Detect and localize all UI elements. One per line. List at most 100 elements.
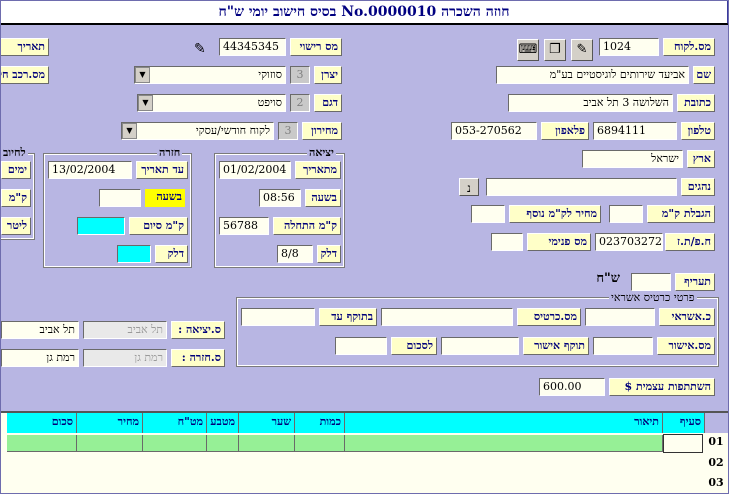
- departure-fuel-label: דלק: [317, 245, 341, 263]
- license-label: מס רישוי: [290, 38, 342, 56]
- return-km-field[interactable]: [77, 217, 125, 235]
- date-label: תאריך: [1, 38, 49, 56]
- row-number: 02: [708, 456, 724, 469]
- billing-title: לחיוב: [1, 146, 28, 159]
- chevron-down-icon: ▼: [138, 95, 153, 111]
- grid-cell[interactable]: [207, 435, 239, 452]
- mobile-field[interactable]: 053-270562: [451, 122, 537, 140]
- contract-window: חוזה השכרה No.0000010 בסיס חישוב יומי ש"…: [0, 0, 729, 494]
- approval-no-field[interactable]: [593, 337, 653, 355]
- model-label: דגם: [314, 94, 342, 112]
- grid-cell[interactable]: [239, 435, 295, 452]
- customer-address-field[interactable]: השלושה 3 תל אביב: [508, 94, 673, 112]
- maker-code-field[interactable]: 3: [290, 66, 310, 84]
- col-header-currency[interactable]: מטבע: [207, 413, 239, 433]
- drivers-field[interactable]: [486, 178, 677, 196]
- col-header-price[interactable]: מחיר: [77, 413, 143, 433]
- drivers-button[interactable]: נ: [459, 178, 479, 196]
- col-header-rate[interactable]: שער: [239, 413, 295, 433]
- approval-valid-field[interactable]: [441, 337, 519, 355]
- customer-name-label: שם: [693, 66, 715, 84]
- approval-no-label: מס.אישור: [657, 337, 715, 355]
- return-fuel-label: דלק: [155, 245, 188, 263]
- deductible-field[interactable]: 600.00: [539, 378, 605, 396]
- in-branch-field[interactable]: רמת גן: [83, 349, 167, 367]
- tariff-field[interactable]: [631, 273, 671, 291]
- extra-km-price-label: מחיר לק"מ נוסף: [509, 205, 601, 223]
- card-number-field[interactable]: [381, 308, 513, 326]
- billing-liter-label: ליטר: [1, 217, 31, 235]
- billing-days-label: ימים: [1, 161, 31, 179]
- grid-corner: [705, 413, 728, 433]
- km-limit-field[interactable]: [609, 205, 643, 223]
- col-header-foreign[interactable]: מט"ח: [143, 413, 207, 433]
- extra-km-price-field[interactable]: [471, 205, 505, 223]
- departure-time-field[interactable]: 08:56: [259, 189, 301, 207]
- departure-fuel-field[interactable]: 8/8: [277, 245, 313, 263]
- billing-km-label: ק"מ: [1, 189, 31, 207]
- eraser-small-icon[interactable]: ✎: [194, 41, 206, 57]
- row-number: 03: [708, 476, 724, 489]
- phone-label: טלפון: [681, 122, 715, 140]
- in-branch-value[interactable]: רמת גן: [1, 349, 79, 367]
- customer-id-field[interactable]: 1024: [599, 38, 659, 56]
- pricelist-code-field[interactable]: 3: [278, 122, 298, 140]
- departure-km-label: ק"מ התחלה: [273, 217, 341, 235]
- card-number-label: מס.כרטיס: [517, 308, 581, 326]
- license-field[interactable]: 44345345: [219, 38, 286, 56]
- credit-card-title: פרטי כרטיס אשראי: [609, 291, 697, 304]
- col-header-sum[interactable]: סכום: [7, 413, 77, 433]
- return-date-label: עד תאריך: [136, 161, 188, 179]
- model-code-field[interactable]: 2: [290, 94, 310, 112]
- amount-field[interactable]: [335, 337, 387, 355]
- out-branch-field[interactable]: תל אביב: [83, 321, 167, 339]
- col-header-description[interactable]: תיאור: [345, 413, 663, 433]
- col-header-clause[interactable]: סעיף: [663, 413, 705, 433]
- pricelist-label: מחירון: [302, 122, 342, 140]
- return-date-field[interactable]: 13/02/2004: [48, 161, 132, 179]
- departure-date-field[interactable]: 01/02/2004: [219, 161, 291, 179]
- customer-address-label: כתובת: [677, 94, 715, 112]
- drivers-label: נהגים: [681, 178, 715, 196]
- grid-cell[interactable]: [77, 435, 143, 452]
- grid-cell[interactable]: [7, 435, 77, 452]
- return-fuel-field[interactable]: [117, 245, 151, 263]
- country-label: ארץ: [687, 150, 715, 168]
- copy-icon[interactable]: ❐: [544, 39, 566, 61]
- pricelist-dropdown[interactable]: ▼ לקוח חודשי/עסקי: [121, 122, 274, 140]
- credit-card-field[interactable]: [585, 308, 655, 326]
- departure-title: יציאה: [307, 146, 336, 159]
- company-id-label: ח.פ/ת.ז: [665, 233, 715, 251]
- grid-cell-active[interactable]: [663, 434, 703, 453]
- customer-name-field[interactable]: אביעד שירותים לוגיסטיים בע"מ: [496, 66, 689, 84]
- departure-time-label: בשעה: [305, 189, 341, 207]
- grid-cell[interactable]: [295, 435, 345, 452]
- col-header-quantity[interactable]: כמות: [295, 413, 345, 433]
- out-branch-value[interactable]: תל אביב: [1, 321, 79, 339]
- internal-no-label: מס פנימי: [527, 233, 591, 251]
- model-dropdown[interactable]: ▼ סויפט: [137, 94, 286, 112]
- return-title: חזרה: [157, 146, 183, 159]
- internal-no-field[interactable]: [491, 233, 523, 251]
- chevron-down-icon: ▼: [122, 123, 137, 139]
- country-field[interactable]: ישראל: [582, 150, 683, 168]
- card-valid-label: בתוקף עד: [319, 308, 377, 326]
- grid-cell[interactable]: [345, 435, 663, 452]
- credit-card-label: כ.אשראי: [659, 308, 715, 326]
- return-time-field[interactable]: [99, 189, 141, 207]
- return-km-label: ק"מ סיום: [129, 217, 188, 235]
- approval-valid-label: תוקף אישור: [523, 337, 589, 355]
- company-id-field[interactable]: 023703272: [595, 233, 663, 251]
- maker-dropdown[interactable]: ▼ סוזוקי: [134, 66, 286, 84]
- km-limit-label: הגבלת ק"מ: [647, 205, 715, 223]
- departure-km-field[interactable]: 56788: [219, 217, 269, 235]
- maker-label: יצרן: [314, 66, 342, 84]
- eraser-icon[interactable]: ✎: [571, 39, 593, 61]
- items-grid: סעיף תיאור כמות שער מטבע מט"ח מחיר סכום …: [1, 411, 728, 493]
- card-valid-field[interactable]: [241, 308, 315, 326]
- mobile-label: פלאפון: [541, 122, 589, 140]
- keyboard-icon[interactable]: ⌨: [517, 39, 539, 61]
- phone-field[interactable]: 6894111: [593, 122, 677, 140]
- grid-cell[interactable]: [143, 435, 207, 452]
- return-time-label: בשעה: [145, 189, 185, 207]
